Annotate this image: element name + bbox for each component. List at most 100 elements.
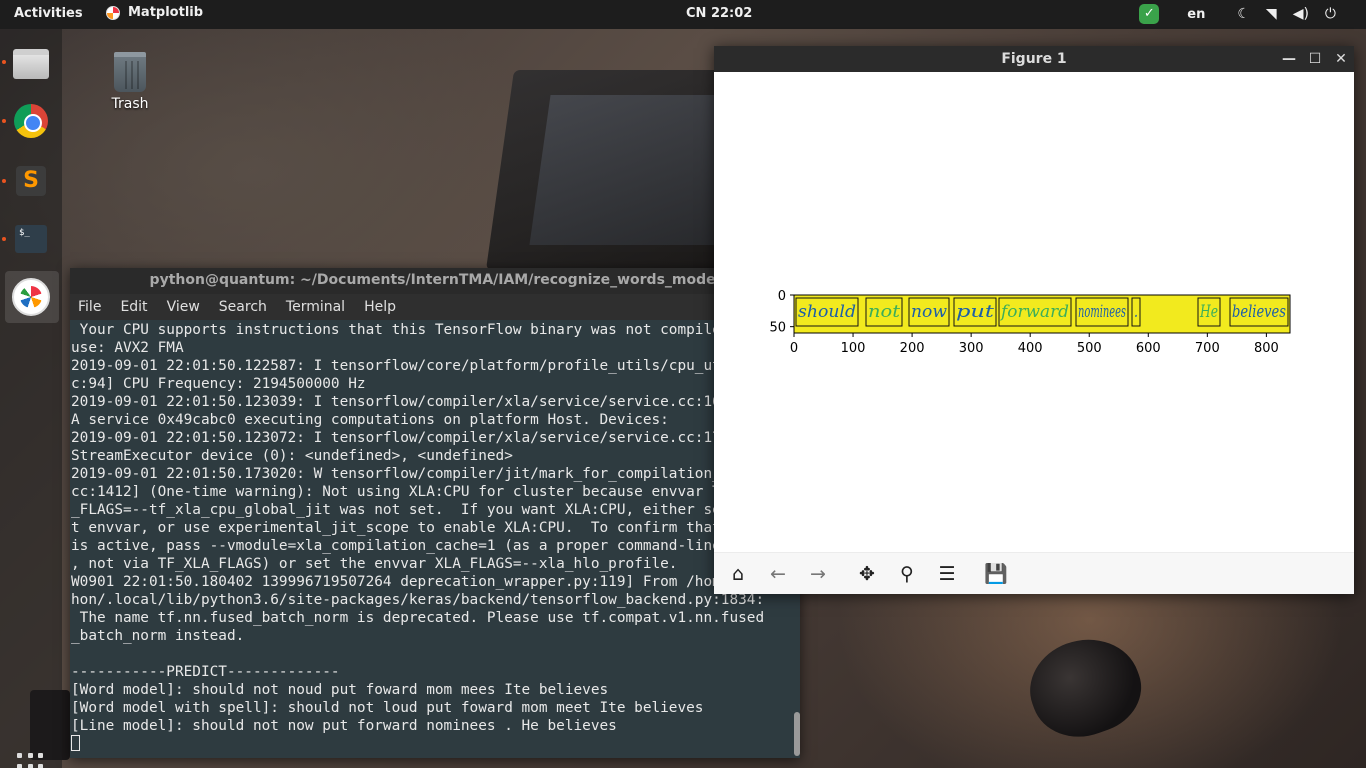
running-indicator bbox=[2, 119, 6, 123]
figure-title: Figure 1 bbox=[1001, 51, 1067, 67]
activities-button[interactable]: Activities bbox=[14, 6, 83, 21]
wifi-icon[interactable]: ◥ bbox=[1266, 6, 1277, 22]
terminal-line: cc:1412] (One-time warning): Not using X… bbox=[71, 484, 765, 500]
figure-canvas[interactable]: should not now put forward nominees. He believe… bbox=[714, 72, 1354, 552]
terminal-line: hon/.local/lib/python3.6/site-packages/k… bbox=[71, 592, 765, 608]
window-controls: — ☐ ✕ bbox=[1282, 46, 1348, 72]
terminal-line: [Word model with spell]: should not loud… bbox=[71, 700, 704, 716]
configure-subplots-button[interactable]: ☰ bbox=[935, 563, 959, 585]
system-tray[interactable]: ✓ en ☾ ◥ ◀) ⏻ bbox=[1139, 4, 1336, 24]
terminal-line: use: AVX2 FMA bbox=[71, 340, 184, 356]
handwritten-word: . bbox=[1134, 302, 1138, 322]
terminal-launcher[interactable]: $_ bbox=[11, 219, 51, 259]
files-launcher[interactable] bbox=[11, 43, 51, 83]
forward-icon: → bbox=[810, 563, 826, 585]
trash-desktop-icon[interactable]: Trash bbox=[106, 52, 154, 112]
forward-button[interactable]: → bbox=[806, 563, 830, 585]
night-light-icon[interactable]: ☾ bbox=[1237, 6, 1250, 22]
menu-view[interactable]: View bbox=[167, 299, 200, 315]
terminal-line: Your CPU supports instructions that this… bbox=[71, 322, 756, 338]
x-tick-label: 200 bbox=[900, 341, 925, 356]
zoom-button[interactable]: ⚲ bbox=[895, 563, 919, 585]
terminal-line: W0901 22:01:50.180402 139996719507264 de… bbox=[71, 574, 765, 590]
terminal-output[interactable]: Your CPU supports instructions that this… bbox=[70, 320, 800, 758]
back-icon: ← bbox=[770, 563, 786, 585]
home-icon: ⌂ bbox=[731, 563, 745, 585]
handwritten-word: put bbox=[956, 302, 994, 322]
dock: S $_ bbox=[0, 29, 62, 768]
handwritten-word: should bbox=[798, 302, 856, 322]
save-icon: 💾 bbox=[984, 563, 1008, 585]
folder-icon bbox=[13, 49, 49, 79]
terminal-line: -----------PREDICT------------- bbox=[71, 664, 340, 680]
handwritten-word: forward bbox=[999, 302, 1069, 322]
terminal-menubar: File Edit View Search Terminal Help bbox=[70, 294, 800, 320]
terminal-line: A service 0x49cabc0 executing computatio… bbox=[71, 412, 669, 428]
figure-titlebar[interactable]: Figure 1 — ☐ ✕ bbox=[714, 46, 1354, 72]
menu-help[interactable]: Help bbox=[364, 299, 396, 315]
x-tick-label: 300 bbox=[959, 341, 984, 356]
matplotlib-app-icon bbox=[106, 5, 120, 20]
terminal-scrollbar[interactable] bbox=[794, 712, 800, 756]
app-menu[interactable]: Matplotlib bbox=[106, 5, 203, 20]
trash-label: Trash bbox=[111, 96, 149, 112]
sublime-launcher[interactable]: S bbox=[11, 161, 51, 201]
terminal-line: c:94] CPU Frequency: 2194500000 Hz bbox=[71, 376, 366, 392]
maximize-icon[interactable]: ☐ bbox=[1308, 46, 1322, 72]
pan-button[interactable]: ✥ bbox=[855, 563, 879, 585]
terminal-line: 2019-09-01 22:01:50.173020: W tensorflow… bbox=[71, 466, 765, 482]
clock[interactable]: CN 22:02 bbox=[686, 6, 752, 21]
x-tick-label: 600 bbox=[1136, 341, 1161, 356]
input-language[interactable]: en bbox=[1187, 7, 1205, 22]
check-icon[interactable]: ✓ bbox=[1139, 4, 1160, 24]
top-bar: Activities Matplotlib CN 22:02 ✓ en ☾ ◥ … bbox=[0, 0, 1366, 29]
matplotlib-launcher[interactable] bbox=[5, 271, 59, 323]
app-menu-label: Matplotlib bbox=[128, 5, 204, 20]
save-button[interactable]: 💾 bbox=[984, 563, 1008, 585]
show-applications-icon[interactable] bbox=[17, 753, 45, 768]
terminal-line: t envvar, or use experimental_jit_scope … bbox=[71, 520, 756, 536]
menu-search[interactable]: Search bbox=[219, 299, 267, 315]
running-indicator bbox=[2, 60, 6, 64]
handwritten-word: believes bbox=[1232, 302, 1286, 322]
x-tick-label: 800 bbox=[1254, 341, 1279, 356]
terminal-line: [Line model]: should not now put forward… bbox=[71, 718, 617, 734]
configure-subplots-icon: ☰ bbox=[938, 563, 956, 585]
terminal-title[interactable]: python@quantum: ~/Documents/InternTMA/IA… bbox=[70, 268, 800, 294]
x-tick-label: 400 bbox=[1018, 341, 1043, 356]
terminal-window[interactable]: python@quantum: ~/Documents/InternTMA/IA… bbox=[70, 268, 800, 758]
terminal-line: _FLAGS=--tf_xla_cpu_global_jit was not s… bbox=[71, 502, 765, 518]
matplotlib-icon bbox=[12, 278, 50, 316]
terminal-line: is active, pass --vmodule=xla_compilatio… bbox=[71, 538, 765, 554]
handwritten-word: now bbox=[911, 302, 947, 322]
handwritten-word: He bbox=[1199, 302, 1218, 322]
prompt-line[interactable] bbox=[71, 735, 800, 753]
terminal-line: [Word model]: should not noud put foward… bbox=[71, 682, 609, 698]
handwritten-word: nominees bbox=[1078, 302, 1126, 322]
menu-terminal[interactable]: Terminal bbox=[286, 299, 345, 315]
x-tick-label: 100 bbox=[841, 341, 866, 356]
figure-window[interactable]: Figure 1 — ☐ ✕ should not now put forward nom… bbox=[714, 46, 1354, 594]
wallpaper-laptop-screen bbox=[529, 95, 741, 245]
zoom-icon: ⚲ bbox=[900, 563, 914, 585]
running-indicator bbox=[2, 179, 6, 183]
image-plot[interactable]: should not now put forward nominees. He believe… bbox=[714, 72, 1354, 552]
navigation-toolbar: ⌂ ← → ✥ ⚲ ☰ 💾 bbox=[714, 552, 1354, 594]
terminal-line: _batch_norm instead. bbox=[71, 628, 245, 644]
minimize-icon[interactable]: — bbox=[1282, 46, 1296, 72]
close-icon[interactable]: ✕ bbox=[1334, 46, 1348, 72]
home-button[interactable]: ⌂ bbox=[726, 563, 750, 585]
running-indicator bbox=[2, 237, 6, 241]
menu-edit[interactable]: Edit bbox=[120, 299, 147, 315]
handwritten-word: not bbox=[868, 302, 900, 322]
pan-icon: ✥ bbox=[859, 563, 875, 585]
sublime-icon: S bbox=[16, 166, 46, 196]
terminal-line: StreamExecutor device (0): <undefined>, … bbox=[71, 448, 513, 464]
terminal-icon: $_ bbox=[15, 225, 47, 253]
volume-icon[interactable]: ◀) bbox=[1293, 6, 1309, 22]
chrome-icon bbox=[14, 104, 48, 138]
power-icon[interactable]: ⏻ bbox=[1325, 6, 1336, 22]
back-button[interactable]: ← bbox=[766, 563, 790, 585]
chrome-launcher[interactable] bbox=[11, 101, 51, 141]
menu-file[interactable]: File bbox=[78, 299, 101, 315]
